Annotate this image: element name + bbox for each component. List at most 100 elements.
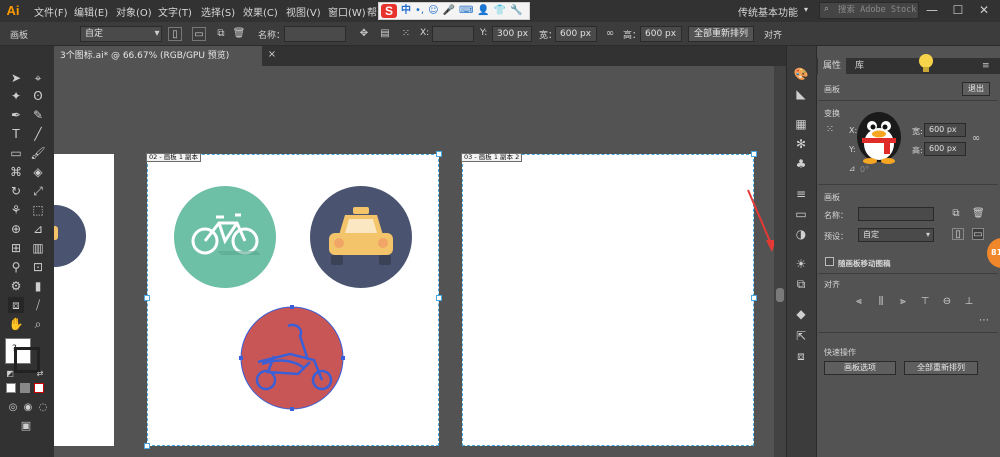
artboard-handle-right[interactable] (436, 295, 442, 301)
align-bottom-icon[interactable]: ⊥ (963, 296, 975, 308)
shape-builder-icon[interactable]: ⊕ (8, 221, 24, 237)
y-field[interactable]: 300 px (492, 26, 532, 42)
menu-view[interactable]: 视图(V) (286, 4, 321, 19)
direct-selection-tool-icon[interactable]: ⌖ (30, 70, 46, 86)
minimize-button[interactable]: — (924, 2, 940, 18)
lasso-icon[interactable]: ʘ (30, 88, 46, 104)
angle-value[interactable]: 0° (860, 165, 869, 174)
microphone-icon[interactable]: 🎤 (443, 4, 455, 18)
trash-icon[interactable]: 🗑 (232, 27, 246, 41)
chevron-down-icon[interactable]: ▾ (804, 5, 812, 14)
emoji-icon[interactable]: ☺ (428, 4, 438, 18)
artboard-label-3[interactable]: 03 - 画板 1 副本 2 (461, 153, 523, 162)
align-left-icon[interactable]: ⫷ (853, 296, 865, 308)
artboard-name-input[interactable] (858, 207, 934, 221)
layers-icon[interactable]: ◆ (793, 306, 809, 322)
x-field[interactable] (432, 26, 474, 42)
scrollbar-thumb[interactable] (776, 288, 784, 302)
chevron-down-icon[interactable]: ▾ (150, 27, 164, 41)
hand-tool-icon[interactable]: ✋ (8, 316, 24, 332)
color-guide-icon[interactable]: ◣ (793, 86, 809, 102)
screen-mode-icon[interactable]: ▣ (18, 418, 34, 434)
free-transform-icon[interactable]: ⬚ (30, 202, 46, 218)
exit-button[interactable]: 退出 (962, 82, 990, 96)
menu-type[interactable]: 文字(T) (158, 4, 192, 19)
menu-object[interactable]: 对象(O) (116, 4, 152, 19)
artboards-panel-icon[interactable]: ⧈ (793, 348, 809, 364)
more-options-icon[interactable]: ⋯ (978, 315, 990, 327)
perspective-grid-icon[interactable]: ⊿ (30, 221, 46, 237)
lightbulb-icon[interactable] (917, 53, 935, 75)
color-mode-icon[interactable] (6, 383, 16, 393)
ime-punct-icon[interactable]: •, (415, 4, 424, 18)
type-tool-icon[interactable]: T (8, 126, 24, 142)
scale-tool-icon[interactable]: ⤢ (30, 183, 46, 199)
export-icon[interactable]: ⇱ (793, 328, 809, 344)
brushes-icon[interactable]: ✻ (793, 136, 809, 152)
link-icon[interactable]: ∞ (970, 133, 982, 145)
motorcycle-icon[interactable] (238, 304, 348, 414)
zoom-tool-icon[interactable]: ⌕ (30, 316, 46, 332)
new-artboard-icon[interactable]: ⧉ (950, 208, 962, 220)
paintbrush-icon[interactable]: 🖌 (30, 145, 46, 161)
draw-behind-icon[interactable]: ◉ (20, 400, 36, 416)
close-tab-icon[interactable]: × (266, 49, 278, 61)
move-artwork-checkbox[interactable] (825, 257, 834, 266)
canvas-area[interactable]: 02 - 画板 1 副本 03 - 画板 1 副本 2 (54, 66, 774, 457)
ime-mode-chinese[interactable]: 中 (401, 4, 411, 18)
keyboard-icon[interactable]: ⌨ (459, 4, 473, 18)
artboard-3[interactable] (462, 154, 754, 446)
chevron-down-icon[interactable]: ▾ (922, 229, 934, 241)
width-field[interactable]: 600 px (555, 26, 597, 42)
menu-edit[interactable]: 编辑(E) (74, 4, 108, 19)
taxi-icon[interactable] (309, 185, 413, 289)
swap-colors-icon[interactable]: ⇄ (32, 366, 48, 382)
menu-file[interactable]: 文件(F) (34, 4, 68, 19)
symbol-sprayer-icon[interactable]: ⚙ (8, 278, 24, 294)
tab-libraries[interactable]: 库 (850, 58, 869, 74)
magic-wand-icon[interactable]: ✦ (8, 88, 24, 104)
appearance-icon[interactable]: ☀ (793, 256, 809, 272)
artboard-handle-left[interactable] (144, 295, 150, 301)
user-icon[interactable]: 👤 (477, 4, 489, 18)
mesh-tool-icon[interactable]: ⊞ (8, 240, 24, 256)
menu-help[interactable]: 帮 (367, 4, 377, 19)
blend-tool-icon[interactable]: ⊡ (30, 259, 46, 275)
artboard-handle-top-right[interactable] (436, 151, 442, 157)
curvature-tool-icon[interactable]: ✎ (30, 107, 46, 123)
gradient-mode-icon[interactable] (20, 383, 30, 393)
graph-tool-icon[interactable]: ▮ (30, 278, 46, 294)
transparency-icon[interactable]: ◑ (793, 226, 809, 242)
new-artboard-icon[interactable]: ⧉ (214, 27, 228, 41)
symbols-icon[interactable]: ♣ (793, 156, 809, 172)
draw-mode-icon[interactable]: ◎ (5, 400, 21, 416)
stroke-panel-icon[interactable]: ≡ (793, 186, 809, 202)
menu-window[interactable]: 窗口(W) (328, 4, 366, 19)
default-colors-icon[interactable]: ◩ (2, 366, 18, 382)
line-tool-icon[interactable]: ╱ (30, 126, 46, 142)
move-icon[interactable]: ✥ (357, 27, 371, 41)
artboard3-handle-right[interactable] (751, 295, 757, 301)
move-artwork-label[interactable]: 随画板移动图稿 (838, 258, 891, 269)
rearrange-all-button[interactable]: 全部重新排列 (688, 26, 754, 42)
landscape-icon[interactable]: ▭ (972, 228, 984, 240)
sogou-logo-icon[interactable]: S (381, 4, 397, 18)
color-panel-icon[interactable]: 🎨 (793, 66, 809, 82)
trash-icon[interactable]: 🗑 (972, 208, 985, 220)
reference-point-icon[interactable]: ⁙ (399, 27, 413, 41)
graphic-styles-icon[interactable]: ⧉ (793, 276, 809, 292)
portrait-icon[interactable]: ▯ (168, 27, 182, 41)
link-icon[interactable]: ∞ (603, 27, 617, 41)
menu-effect[interactable]: 效果(C) (243, 4, 278, 19)
bicycle-icon[interactable] (173, 185, 277, 289)
artboard-options-button[interactable]: 画板选项 (824, 361, 896, 375)
pen-tool-icon[interactable]: ✒ (8, 107, 24, 123)
close-window-button[interactable]: ✕ (976, 2, 992, 18)
gradient-panel-icon[interactable]: ▭ (793, 206, 809, 222)
artboard-tool-icon[interactable]: ⧈ (8, 297, 24, 313)
document-tab[interactable]: 3个图标.ai* @ 66.67% (RGB/GPU 预览) (54, 46, 262, 66)
prop-width-field[interactable]: 600 px (924, 123, 966, 137)
align-vcenter-icon[interactable]: ⊖ (941, 296, 953, 308)
artboard-handle-bottom-left[interactable] (144, 443, 150, 449)
warp-tool-icon[interactable]: ⚘ (8, 202, 24, 218)
